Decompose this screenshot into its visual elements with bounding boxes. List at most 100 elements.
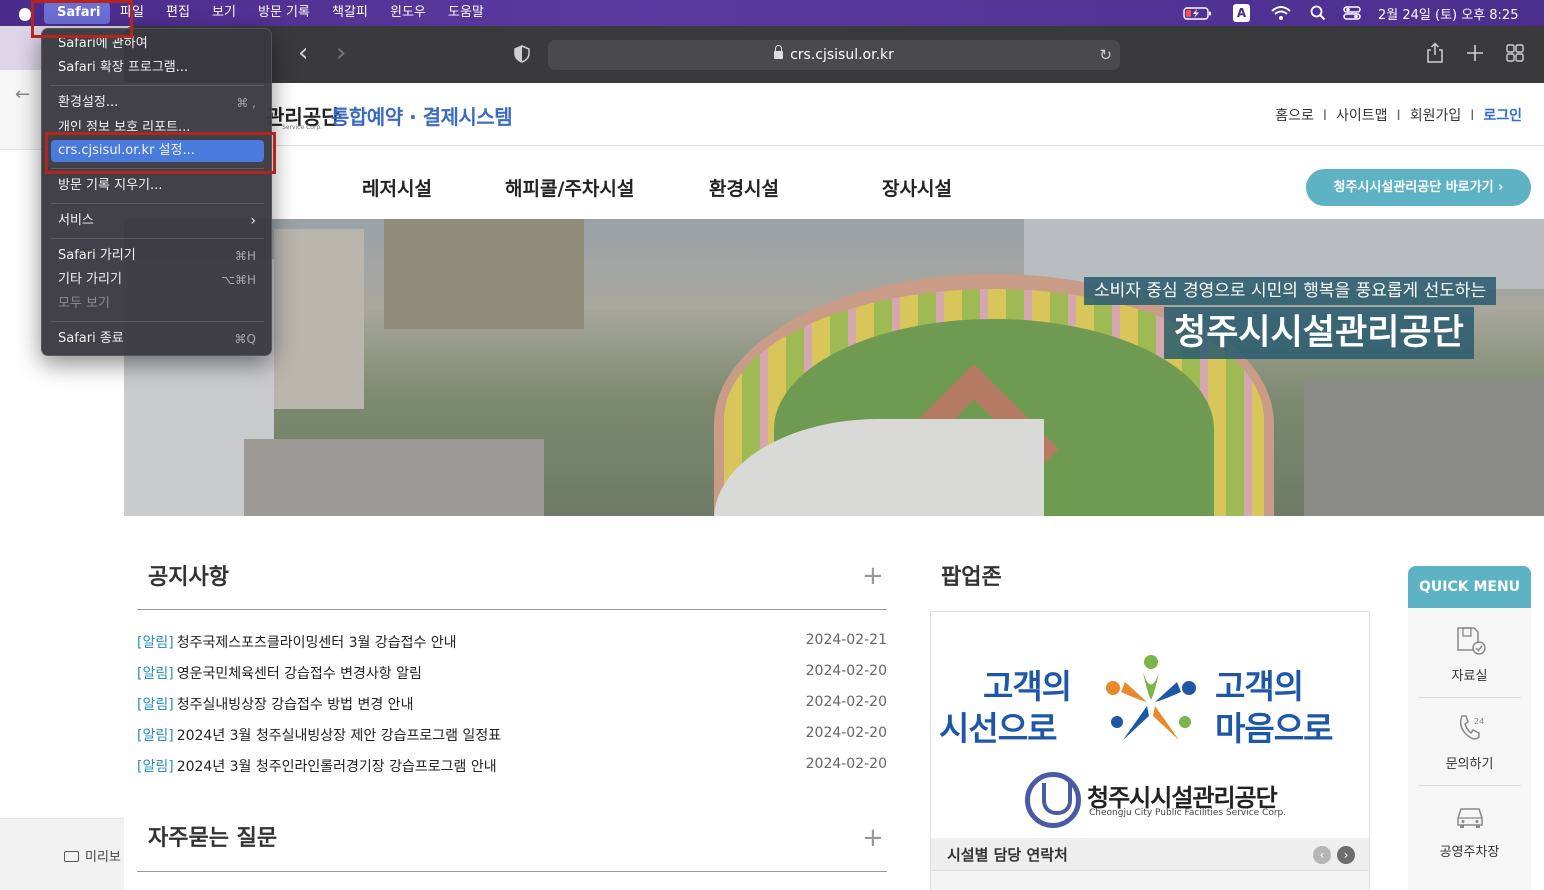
site-title[interactable]: 통합예약 · 결제시스템: [331, 101, 513, 130]
notice-item-date: 2024-02-21: [805, 632, 887, 648]
notice-item-title[interactable]: 영운국민체육센터 강습접수 변경사항 알림: [177, 666, 422, 682]
corporation-emblem-icon: [1025, 772, 1081, 828]
menu-bookmarks[interactable]: 책갈피: [332, 4, 368, 22]
control-center-icon[interactable]: [1342, 4, 1362, 22]
menu-quit-shortcut: ⌘Q: [234, 332, 256, 346]
popup-phrase: 마음으로: [1215, 709, 1333, 748]
document-check-icon: [1457, 627, 1486, 655]
reload-icon[interactable]: ↻: [1099, 40, 1112, 70]
forward-button[interactable]: ›: [336, 40, 346, 66]
faq-more-button[interactable]: +: [862, 825, 884, 851]
faq-title: 자주묻는 질문: [148, 826, 278, 851]
menu-file[interactable]: 파일: [120, 4, 144, 22]
notice-item-title[interactable]: 2024년 3월 청주실내빙상장 제안 강습프로그램 일정표: [177, 728, 501, 744]
hero-slogan: 소비자 중심 경영으로 시민의 행복을 풍요롭게 선도하는: [1084, 277, 1497, 305]
hero-title: 청주시시설관리공단: [1164, 307, 1474, 359]
menu-clear-history[interactable]: 방문 기록 지우기...: [51, 175, 264, 197]
nav-environment[interactable]: 환경시설: [709, 174, 779, 201]
battery-charging-icon[interactable]: [1183, 4, 1213, 22]
address-bar[interactable]: crs.cjsisul.or.kr ↻: [548, 40, 1120, 70]
menu-hide-others-label: 기타 가리기: [58, 272, 122, 287]
menubar-clock[interactable]: 2월 24일 (토) 오후 8:25: [1378, 4, 1518, 23]
safari-window: ‹ › crs.cjsisul.or.kr ↻ 관리공단 Service Cor…: [124, 26, 1544, 890]
notice-item-title[interactable]: 청주국제스포츠클라이밍센터 3월 강습접수 안내: [177, 635, 457, 651]
menu-view[interactable]: 보기: [212, 4, 236, 22]
notice-item[interactable]: [알림] 영운국민체육센터 강습접수 변경사항 알림 2024-02-20: [137, 663, 887, 683]
quick-menu-label: 자료실: [1451, 669, 1488, 684]
menu-quit-safari[interactable]: Safari 종료 ⌘Q: [51, 328, 264, 350]
safari-menu-dropdown: Safari에 관하여 Safari 확장 프로그램... 환경설정... ⌘ ,…: [41, 28, 272, 356]
menu-edit[interactable]: 편집: [166, 4, 190, 22]
preview-label: 미리보: [85, 850, 121, 865]
new-tab-icon[interactable]: [1466, 42, 1484, 70]
link-separator: I: [1396, 108, 1401, 124]
notice-more-button[interactable]: +: [862, 563, 884, 589]
menu-safari[interactable]: Safari: [44, 2, 110, 24]
notice-item-date: 2024-02-20: [805, 694, 887, 710]
nav-funeral[interactable]: 장사시설: [882, 174, 952, 201]
menu-preferences-label: 환경설정...: [58, 95, 119, 110]
quick-menu-archive[interactable]: 자료실: [1418, 610, 1521, 698]
apple-icon[interactable]: [18, 3, 32, 21]
quick-menu-label: 문의하기: [1445, 757, 1494, 772]
notice-item-title[interactable]: 청주실내빙상장 강습접수 방법 변경 안내: [177, 697, 414, 713]
menu-separator: [51, 238, 264, 239]
menu-preferences[interactable]: 환경설정... ⌘ ,: [51, 92, 264, 114]
notice-item-title[interactable]: 2024년 3월 청주인라인롤러경기장 강습프로그램 안내: [177, 759, 497, 775]
back-button[interactable]: ‹: [298, 40, 308, 66]
menu-services[interactable]: 서비스 ›: [51, 210, 264, 232]
menu-history[interactable]: 방문 기록: [258, 4, 310, 22]
popup-phrase: 시선으로: [939, 709, 1057, 748]
menu-separator: [51, 203, 264, 204]
tab-overview-icon[interactable]: [1506, 42, 1524, 70]
menu-quit-label: Safari 종료: [58, 331, 124, 346]
popup-zone-banner[interactable]: 고객의 시선으로 고객의 마음으로 청주시시설관리공단 Cheongju Cit…: [930, 611, 1370, 890]
share-icon[interactable]: [1426, 42, 1444, 70]
home-link[interactable]: 홈으로: [1275, 108, 1314, 124]
nav-leisure[interactable]: 레저시설: [362, 174, 432, 201]
notice-item-date: 2024-02-20: [805, 663, 887, 679]
back-arrow-icon[interactable]: ←: [15, 84, 30, 105]
menu-show-all[interactable]: 모두 보기: [51, 293, 264, 315]
menu-preferences-shortcut: ⌘ ,: [236, 96, 256, 110]
goto-corporation-button[interactable]: 청주시시설관리공단 바로가기 ›: [1306, 169, 1531, 206]
quick-menu-inquiry[interactable]: 24 문의하기: [1418, 698, 1521, 786]
login-link[interactable]: 로그인: [1483, 108, 1522, 124]
quick-menu-parking[interactable]: 공영주차장: [1418, 786, 1521, 874]
notice-item[interactable]: [알림] 2024년 3월 청주인라인롤러경기장 강습프로그램 안내 2024-02…: [137, 756, 887, 776]
notice-tag: [알림]: [137, 666, 174, 682]
faq-divider: [137, 871, 887, 872]
privacy-shield-icon[interactable]: [514, 45, 530, 63]
menu-safari-extensions[interactable]: Safari 확장 프로그램...: [51, 57, 264, 79]
signup-link[interactable]: 회원가입: [1410, 108, 1462, 124]
menu-privacy-report[interactable]: 개인 정보 보호 리포트...: [51, 117, 264, 131]
input-source-indicator[interactable]: A: [1233, 4, 1250, 22]
address-url: crs.cjsisul.or.kr: [790, 47, 894, 63]
sitemap-link[interactable]: 사이트맵: [1336, 108, 1388, 124]
site-logo-subtext: Service Corp.: [282, 124, 323, 131]
notice-item-date: 2024-02-20: [805, 756, 887, 772]
spotlight-search-icon[interactable]: [1309, 4, 1327, 22]
nav-happycall-parking[interactable]: 해피콜/주차시설: [505, 174, 634, 201]
menu-hide-others-shortcut: ⌥⌘H: [221, 273, 256, 287]
menu-hide-others[interactable]: 기타 가리기 ⌥⌘H: [51, 269, 264, 291]
menu-help[interactable]: 도움말: [448, 4, 484, 22]
popup-prev-button[interactable]: ‹: [1313, 846, 1331, 864]
notice-item[interactable]: [알림] 2024년 3월 청주실내빙상장 제안 강습프로그램 일정표 2024-0…: [137, 725, 887, 745]
quick-menu-label: 공영주차장: [1439, 845, 1500, 860]
menu-window[interactable]: 윈도우: [390, 4, 426, 22]
notice-item[interactable]: [알림] 청주국제스포츠클라이밍센터 3월 강습접수 안내 2024-02-21: [137, 632, 887, 652]
notice-item-date: 2024-02-20: [805, 725, 887, 741]
menu-hide-safari[interactable]: Safari 가리기 ⌘H: [51, 245, 264, 267]
header-divider: [124, 145, 1544, 146]
wifi-icon[interactable]: [1270, 4, 1292, 22]
submenu-chevron-icon: ›: [250, 213, 256, 229]
customer-star-emblem-icon: [1106, 655, 1196, 740]
quick-menu-title: QUICK MENU: [1408, 566, 1531, 608]
notice-divider: [137, 609, 887, 610]
notice-item[interactable]: [알림] 청주실내빙상장 강습접수 방법 변경 안내 2024-02-20: [137, 694, 887, 714]
menu-site-settings[interactable]: crs.cjsisul.or.kr 설정...: [51, 140, 264, 162]
popup-next-button[interactable]: ›: [1337, 846, 1355, 864]
preview-button[interactable]: 미리보: [64, 846, 121, 865]
menu-about-safari[interactable]: Safari에 관하여: [51, 33, 264, 55]
